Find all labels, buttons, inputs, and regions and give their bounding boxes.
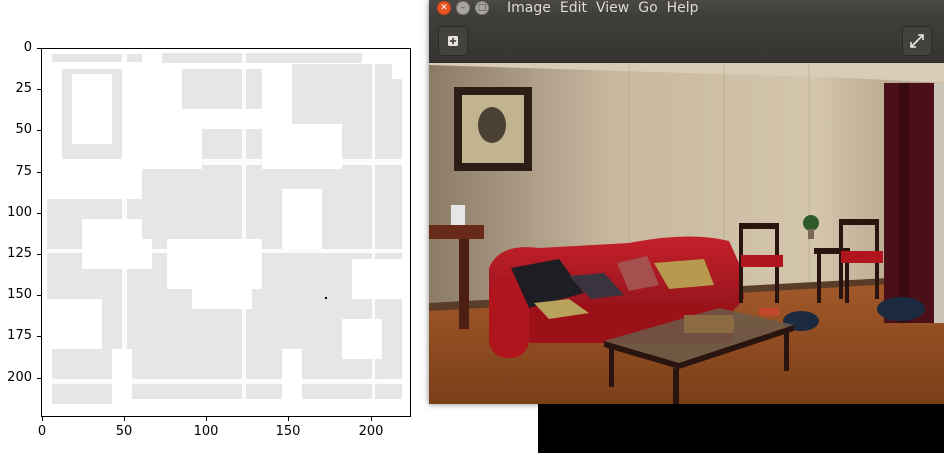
plus-icon: [448, 36, 458, 46]
menu-view[interactable]: View: [596, 0, 629, 16]
y-tick-label: 150: [7, 287, 32, 302]
menu-bar: Image Edit View Go Help: [507, 0, 708, 16]
maximize-window-button[interactable]: □: [475, 1, 489, 15]
y-tick-mark: [37, 336, 41, 337]
gallery-button[interactable]: [438, 26, 468, 56]
x-tick-label: 150: [275, 424, 301, 439]
fullscreen-icon: [910, 34, 924, 48]
y-tick-mark: [37, 213, 41, 214]
image-viewer-window: ✕ – □ Image Edit View Go Help: [429, 0, 944, 404]
y-tick-mark: [37, 254, 41, 255]
x-tick-mark: [206, 417, 207, 421]
title-bar[interactable]: ✕ – □ Image Edit View Go Help: [429, 0, 944, 20]
menu-help[interactable]: Help: [667, 0, 699, 16]
y-tick-mark: [37, 48, 41, 49]
x-tick-mark: [42, 417, 43, 421]
fullscreen-button[interactable]: [902, 26, 932, 56]
plot-area: 0 25 50 75 100 125 150 175 200 0 50 100 …: [0, 0, 430, 453]
x-tick-label: 100: [193, 424, 219, 439]
y-tick-mark: [37, 130, 41, 131]
y-tick-label: 25: [15, 81, 32, 96]
x-tick-mark: [371, 417, 372, 421]
grayscale-image: [42, 49, 410, 416]
minimize-window-button[interactable]: –: [456, 1, 470, 15]
x-tick-mark: [124, 417, 125, 421]
menu-edit[interactable]: Edit: [560, 0, 587, 16]
y-tick-label: 100: [7, 205, 32, 220]
image-axes: [41, 48, 411, 417]
toolbar: [429, 20, 944, 63]
y-tick-mark: [37, 89, 41, 90]
y-tick-mark: [37, 378, 41, 379]
y-tick-label: 75: [15, 164, 32, 179]
living-room-photo: [429, 63, 944, 404]
desktop-background: [538, 400, 944, 453]
image-canvas[interactable]: [429, 63, 944, 404]
y-tick-mark: [37, 172, 41, 173]
y-tick-label: 50: [15, 122, 32, 137]
x-tick-label: 50: [115, 424, 133, 439]
y-tick-label: 125: [7, 246, 32, 261]
y-tick-label: 0: [23, 40, 32, 55]
x-tick-label: 200: [358, 424, 384, 439]
x-tick-mark: [288, 417, 289, 421]
x-tick-label: 0: [37, 424, 47, 439]
menu-image[interactable]: Image: [507, 0, 551, 16]
y-tick-label: 175: [7, 328, 32, 343]
close-window-button[interactable]: ✕: [437, 1, 451, 15]
y-tick-mark: [37, 295, 41, 296]
y-tick-label: 200: [7, 370, 32, 385]
menu-go[interactable]: Go: [638, 0, 657, 16]
